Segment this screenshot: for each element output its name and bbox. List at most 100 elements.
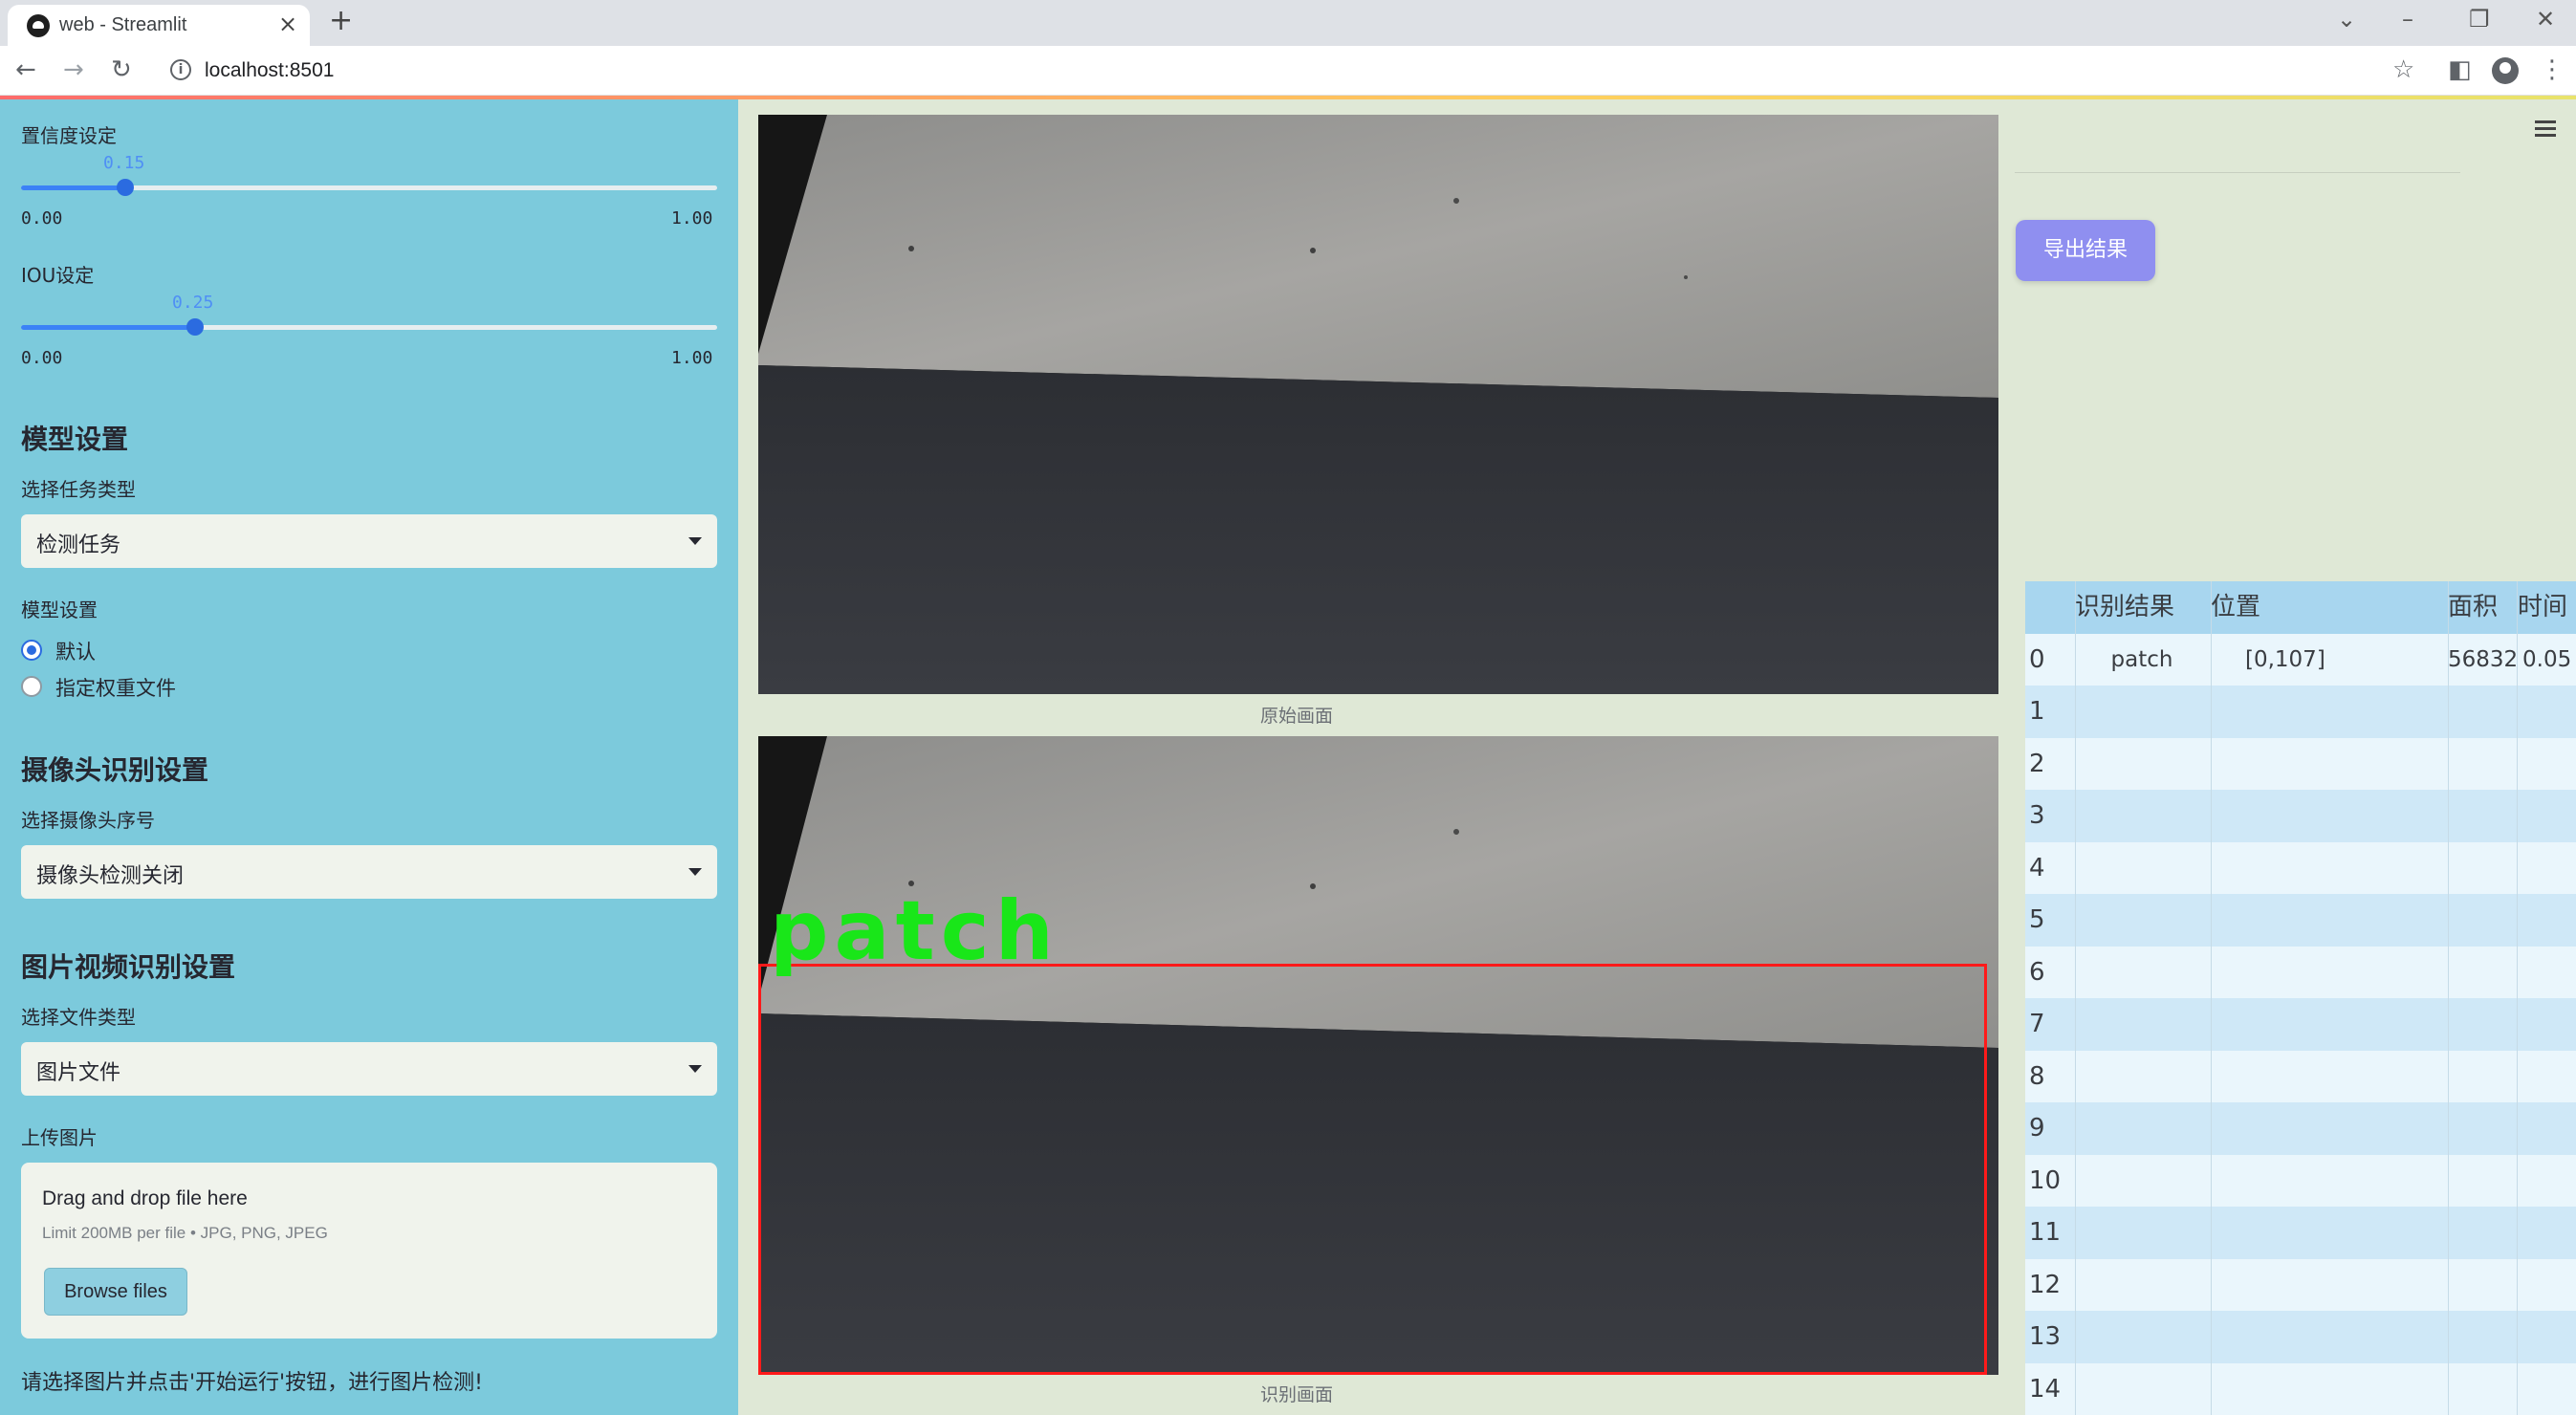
tab-close-icon[interactable]: × xyxy=(278,11,297,37)
cell-position xyxy=(2211,790,2448,842)
table-row[interactable]: 0 patch [0,107] 56832 0.05 xyxy=(2025,633,2576,686)
info-icon[interactable]: i xyxy=(170,59,191,80)
table-row[interactable]: 9 xyxy=(2025,1102,2576,1155)
radio-default-label: 默认 xyxy=(55,641,96,664)
cell-result xyxy=(2075,1102,2209,1155)
dropzone-title: Drag and drop file here xyxy=(42,1187,248,1209)
cell-area xyxy=(2448,1155,2517,1208)
table-row[interactable]: 8 xyxy=(2025,1050,2576,1103)
table-row[interactable]: 13 xyxy=(2025,1311,2576,1363)
camera-index-label: 选择摄像头序号 xyxy=(21,809,155,832)
cell-position xyxy=(2211,1102,2448,1155)
profile-icon[interactable] xyxy=(2492,57,2519,84)
table-row[interactable]: 6 xyxy=(2025,946,2576,999)
header-result[interactable]: 识别结果 xyxy=(2075,581,2199,634)
header-time[interactable]: 时间 xyxy=(2518,581,2576,634)
cell-area xyxy=(2448,894,2517,947)
confidence-slider[interactable] xyxy=(21,179,717,196)
chevron-down-icon xyxy=(688,1065,702,1073)
table-row[interactable]: 10 xyxy=(2025,1154,2576,1208)
header-area[interactable]: 面积 xyxy=(2448,581,2515,634)
upload-image-label: 上传图片 xyxy=(21,1126,98,1149)
back-icon[interactable]: ← xyxy=(15,55,36,84)
chevron-down-icon xyxy=(688,537,702,545)
row-index: 1 xyxy=(2029,697,2045,726)
camera-index-select[interactable]: 摄像头检测关闭 xyxy=(21,845,717,899)
cell-position: [0,107] xyxy=(2245,646,2325,672)
browse-files-button[interactable]: Browse files xyxy=(44,1268,187,1316)
cell-position xyxy=(2211,1155,2448,1208)
row-index: 10 xyxy=(2029,1165,2062,1195)
table-column-divider xyxy=(2075,581,2076,1415)
cell-result xyxy=(2075,686,2209,738)
cell-result xyxy=(2075,1051,2209,1103)
table-row[interactable]: 1 xyxy=(2025,686,2576,738)
cell-position xyxy=(2211,1311,2448,1363)
table-row[interactable]: 5 xyxy=(2025,894,2576,947)
address-bar[interactable]: i localhost:8501 xyxy=(159,53,2396,89)
cell-time xyxy=(2519,1155,2576,1208)
cell-result xyxy=(2075,894,2209,947)
cell-area xyxy=(2448,1102,2517,1155)
iou-slider-fill xyxy=(21,325,195,330)
model-setting-label: 模型设置 xyxy=(21,599,98,621)
window-close-icon[interactable]: ✕ xyxy=(2536,6,2555,33)
iou-slider[interactable] xyxy=(21,318,717,336)
status-message: 请选择图片并点击'开始运行'按钮，进行图片检测! xyxy=(21,1371,483,1395)
cell-area xyxy=(2448,1051,2517,1103)
iou-label: IOU设定 xyxy=(21,264,95,287)
url-text[interactable]: localhost:8501 xyxy=(205,59,334,82)
forward-icon[interactable]: → xyxy=(63,55,84,84)
file-dropzone[interactable]: Drag and drop file here Limit 200MB per … xyxy=(21,1163,717,1339)
confidence-slider-thumb[interactable] xyxy=(117,179,134,196)
row-index: 14 xyxy=(2029,1374,2062,1404)
cell-area xyxy=(2448,1363,2517,1415)
cell-result xyxy=(2075,1259,2209,1312)
table-column-divider xyxy=(2211,581,2212,1415)
cell-area xyxy=(2448,947,2517,999)
cell-position xyxy=(2211,1363,2448,1415)
header-position[interactable]: 位置 xyxy=(2211,581,2335,634)
table-row[interactable]: 2 xyxy=(2025,737,2576,791)
divider xyxy=(2015,172,2460,173)
tab-search-chevron-icon[interactable]: ⌄ xyxy=(2337,6,2356,33)
hamburger-icon[interactable] xyxy=(2535,120,2556,138)
browser-tab[interactable]: web - Streamlit × xyxy=(8,5,310,46)
cell-result xyxy=(2075,998,2209,1051)
star-icon[interactable]: ☆ xyxy=(2392,55,2414,84)
export-results-button[interactable]: 导出结果 xyxy=(2016,220,2155,281)
radio-selected-icon[interactable] xyxy=(21,640,42,661)
confidence-min: 0.00 xyxy=(21,208,63,229)
cell-position xyxy=(2211,947,2448,999)
table-row[interactable]: 12 xyxy=(2025,1258,2576,1312)
row-index: 9 xyxy=(2029,1114,2045,1143)
iou-slider-thumb[interactable] xyxy=(186,318,204,336)
task-type-select[interactable]: 检测任务 xyxy=(21,514,717,568)
table-row[interactable]: 3 xyxy=(2025,790,2576,842)
table-row[interactable]: 7 xyxy=(2025,998,2576,1051)
iou-value: 0.25 xyxy=(172,293,214,313)
restore-icon[interactable]: ❐ xyxy=(2469,6,2490,33)
new-tab-plus-icon[interactable]: + xyxy=(329,4,353,37)
cell-time: 0.05 xyxy=(2522,646,2572,672)
minimize-icon[interactable]: – xyxy=(2402,6,2413,33)
table-header-row: 识别结果 位置 面积 时间 xyxy=(2025,581,2576,634)
cell-area xyxy=(2448,738,2517,791)
cell-result xyxy=(2075,790,2209,842)
reload-icon[interactable]: ↻ xyxy=(111,55,132,84)
row-index: 6 xyxy=(2029,957,2045,987)
radio-unselected-icon[interactable] xyxy=(21,676,42,697)
cell-time xyxy=(2519,998,2576,1051)
table-row[interactable]: 4 xyxy=(2025,841,2576,895)
sidepanel-icon[interactable]: ◧ xyxy=(2448,55,2472,84)
table-row[interactable]: 14 xyxy=(2025,1362,2576,1415)
streamlit-favicon-icon xyxy=(27,14,50,37)
menu-dots-icon[interactable]: ⋮ xyxy=(2540,55,2565,84)
cell-result xyxy=(2075,738,2209,791)
confidence-slider-fill xyxy=(21,185,125,190)
table-row[interactable]: 11 xyxy=(2025,1207,2576,1259)
cell-result xyxy=(2075,842,2209,895)
file-type-select[interactable]: 图片文件 xyxy=(21,1042,717,1096)
cell-area xyxy=(2448,842,2517,895)
detection-label: patch xyxy=(770,883,1059,979)
